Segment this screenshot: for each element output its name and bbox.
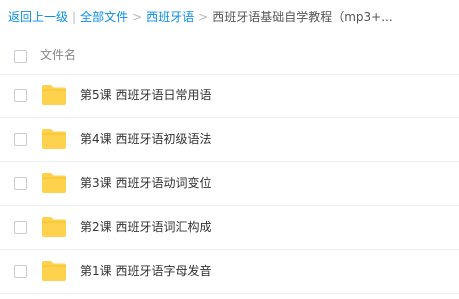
file-row[interactable]: 第3课 西班牙语动词变位 bbox=[0, 162, 459, 206]
file-row[interactable]: 第1课 西班牙语字母发音 bbox=[0, 250, 459, 294]
row-checkbox[interactable] bbox=[14, 221, 27, 234]
folder-icon bbox=[42, 129, 66, 149]
file-name[interactable]: 第2课 西班牙语词汇构成 bbox=[80, 219, 211, 235]
list-header: 文件名 bbox=[0, 38, 459, 75]
file-name[interactable]: 第4课 西班牙语初级语法 bbox=[80, 131, 211, 147]
folder-icon bbox=[42, 85, 66, 105]
file-name[interactable]: 第3课 西班牙语动词变位 bbox=[80, 175, 211, 191]
separator: | bbox=[72, 10, 77, 24]
file-row[interactable]: 第5课 西班牙语日常用语 bbox=[0, 74, 459, 118]
column-header-filename[interactable]: 文件名 bbox=[40, 47, 76, 63]
chevron-right-icon: > bbox=[132, 10, 143, 24]
row-checkbox[interactable] bbox=[14, 265, 27, 278]
folder-icon bbox=[42, 173, 66, 193]
folder-link[interactable]: 西班牙语 bbox=[146, 10, 194, 24]
chevron-right-icon: > bbox=[198, 10, 209, 24]
row-checkbox[interactable] bbox=[14, 177, 27, 190]
row-checkbox[interactable] bbox=[14, 89, 27, 102]
folder-icon bbox=[42, 261, 66, 281]
select-all-checkbox[interactable] bbox=[14, 50, 27, 63]
folder-icon bbox=[42, 217, 66, 237]
file-name[interactable]: 第5课 西班牙语日常用语 bbox=[80, 87, 211, 103]
row-checkbox[interactable] bbox=[14, 133, 27, 146]
breadcrumb: 返回上一级 | 全部文件 > 西班牙语 > 西班牙语基础自学教程（mp3+... bbox=[8, 8, 456, 26]
file-name[interactable]: 第1课 西班牙语字母发音 bbox=[80, 263, 211, 279]
back-link[interactable]: 返回上一级 bbox=[8, 10, 68, 24]
file-row[interactable]: 第4课 西班牙语初级语法 bbox=[0, 118, 459, 162]
all-files-link[interactable]: 全部文件 bbox=[80, 10, 128, 24]
file-row[interactable]: 第2课 西班牙语词汇构成 bbox=[0, 206, 459, 250]
current-folder: 西班牙语基础自学教程（mp3+... bbox=[212, 10, 393, 24]
